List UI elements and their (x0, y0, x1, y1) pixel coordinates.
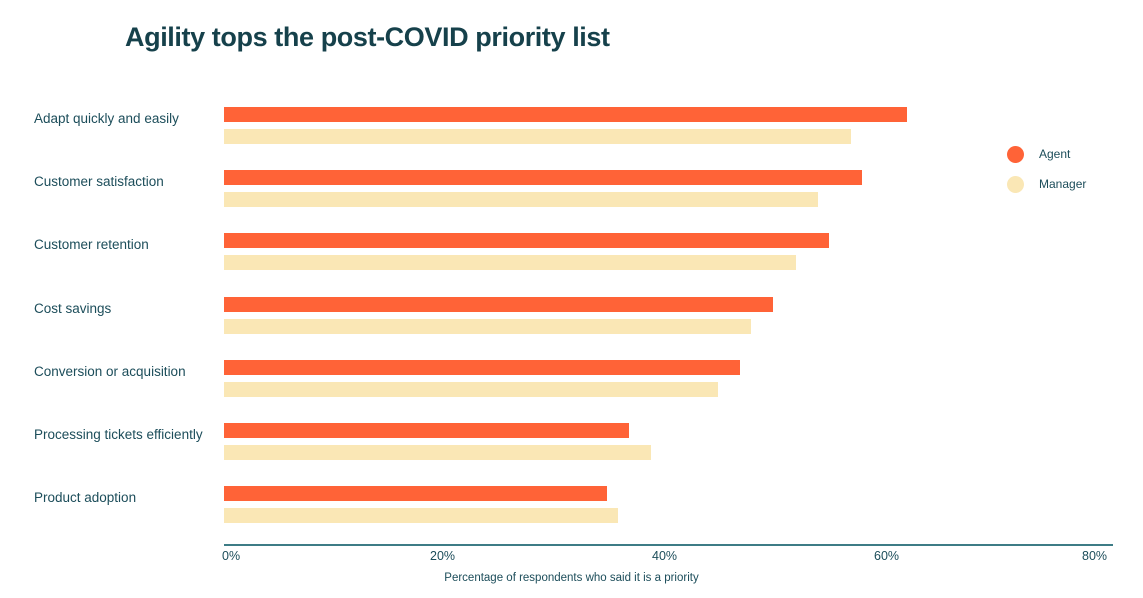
bar-manager[interactable] (224, 381, 718, 397)
x-axis-caption: Percentage of respondents who said it is… (444, 572, 699, 584)
x-tick-label: 0% (222, 549, 241, 563)
bar-manager[interactable] (224, 192, 818, 208)
bar-group (224, 423, 1112, 460)
category-label: Cost savings (34, 300, 112, 316)
category-label: Conversion or acquisition (34, 363, 186, 379)
legend-label: Manager (1039, 177, 1087, 191)
category-axis-labels: Adapt quickly and easily Customer satisfa… (34, 103, 214, 545)
bar-agent[interactable] (224, 486, 607, 502)
bar-manager[interactable] (224, 508, 619, 524)
x-tick-label: 80% (1082, 549, 1108, 563)
legend-label: Agent (1039, 147, 1071, 161)
bar-manager[interactable] (224, 255, 796, 271)
legend-swatch-icon (1007, 176, 1024, 193)
category-label: Adapt quickly and easily (34, 111, 179, 126)
chart-legend: Agent Manager (1007, 142, 1137, 202)
category-label: Customer satisfaction (34, 174, 164, 190)
category-label: Product adoption (34, 490, 137, 506)
bar-chart: Agility tops the post-COVID priority lis… (0, 0, 1143, 598)
bar-agent[interactable] (224, 107, 907, 122)
bar-agent[interactable] (224, 170, 863, 186)
bar-group (224, 107, 1112, 144)
legend-item-manager[interactable]: Manager (1007, 172, 1137, 202)
bar-manager[interactable] (224, 129, 852, 144)
legend-swatch-icon (1007, 146, 1024, 163)
bar-group (224, 296, 1112, 334)
category-label: Customer retention (34, 237, 149, 253)
bar-group (224, 486, 1112, 524)
bar-group (224, 170, 1112, 208)
bar-agent[interactable] (224, 359, 741, 375)
bar-manager[interactable] (224, 445, 652, 460)
legend-item-agent[interactable]: Agent (1007, 142, 1137, 172)
plot-area (224, 103, 1112, 545)
category-label: Processing tickets efficiently (34, 427, 203, 442)
bar-manager[interactable] (224, 318, 752, 334)
bar-agent[interactable] (224, 233, 829, 249)
x-tick-label: 20% (430, 549, 456, 563)
chart-title: Agility tops the post-COVID priority lis… (125, 22, 610, 52)
x-tick-label: 40% (652, 549, 678, 563)
bar-group (224, 233, 1112, 271)
bar-group (224, 359, 1112, 397)
bar-agent[interactable] (224, 423, 630, 438)
bar-agent[interactable] (224, 296, 774, 312)
x-tick-label: 60% (874, 549, 900, 563)
x-axis-line (224, 544, 1113, 546)
